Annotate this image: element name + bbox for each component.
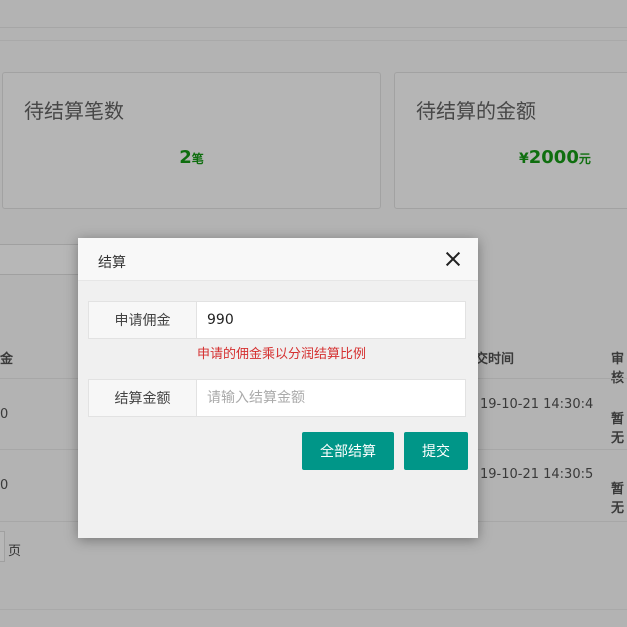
dialog-title: 结算 bbox=[98, 255, 126, 271]
pending-amount-value: ¥2000元 bbox=[519, 147, 591, 168]
table-cell-amount: 0 bbox=[0, 407, 9, 422]
settle-amount-label: 结算金额 bbox=[88, 379, 197, 417]
table-cell-time: 19-10-21 14:30:5 bbox=[480, 467, 594, 482]
table-header-audit: 审核 bbox=[611, 352, 625, 386]
settle-all-button[interactable]: 全部结算 bbox=[302, 432, 394, 470]
top-bar bbox=[0, 0, 627, 28]
submit-button[interactable]: 提交 bbox=[404, 432, 468, 470]
pager-page-label: 页 bbox=[8, 544, 22, 559]
commission-label: 申请佣金 bbox=[88, 301, 197, 339]
table-cell-status: 暂无 bbox=[611, 482, 625, 516]
settle-amount-input[interactable] bbox=[197, 379, 466, 417]
pending-amount-number: 2000 bbox=[528, 147, 579, 168]
pending-amount-title: 待结算的金额 bbox=[416, 99, 536, 123]
pending-amount-prefix: ¥ bbox=[519, 151, 529, 167]
close-icon[interactable] bbox=[444, 250, 462, 268]
pending-count-unit: 笔 bbox=[191, 152, 204, 166]
pager-input[interactable] bbox=[0, 531, 5, 562]
commission-hint: 申请的佣金乘以分润结算比例 bbox=[197, 347, 367, 362]
dialog-header: 结算 bbox=[78, 238, 478, 281]
settle-dialog: 结算 申请佣金 申请的佣金乘以分润结算比例 结算金额 全部结算 提交 bbox=[78, 238, 478, 538]
search-input[interactable] bbox=[0, 244, 80, 275]
pending-amount-card: 待结算的金额 ¥2000元 bbox=[394, 72, 627, 209]
settle-amount-row: 结算金额 bbox=[88, 379, 466, 417]
table-header-amount: 金 bbox=[0, 352, 14, 367]
commission-input[interactable] bbox=[197, 301, 466, 339]
bottom-divider bbox=[0, 609, 627, 610]
pending-count-value: 2笔 bbox=[3, 147, 380, 168]
pending-count-number: 2 bbox=[179, 147, 192, 168]
table-cell-status: 暂无 bbox=[611, 412, 625, 446]
pending-count-title: 待结算笔数 bbox=[24, 99, 124, 123]
pending-count-card: 待结算笔数 2笔 bbox=[2, 72, 381, 209]
pending-amount-unit: 元 bbox=[578, 152, 591, 166]
commission-row: 申请佣金 bbox=[88, 301, 466, 339]
table-cell-amount: 0 bbox=[0, 478, 9, 493]
table-cell-time: 19-10-21 14:30:4 bbox=[480, 397, 594, 412]
table-header-time: 交时间 bbox=[475, 352, 515, 367]
